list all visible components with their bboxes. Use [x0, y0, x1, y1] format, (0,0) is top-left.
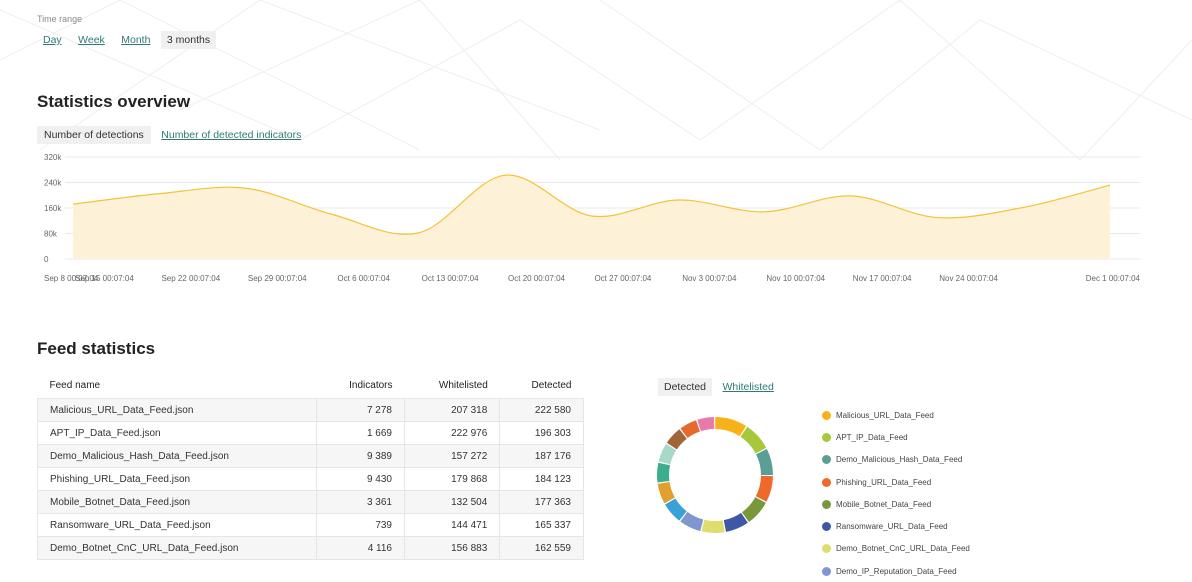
legend-color-dot: [822, 544, 831, 554]
y-tick-label: 160k: [44, 204, 62, 213]
statistics-overview-title: Statistics overview: [37, 92, 191, 111]
legend-color-dot: [822, 566, 831, 576]
x-tick-label: Nov 3 00:07:04: [682, 274, 737, 283]
legend-color-dot: [822, 499, 831, 509]
legend-label: Ransomware_URL_Data_Feed: [836, 522, 948, 532]
time-range-week[interactable]: Week: [72, 31, 111, 49]
x-tick-label: Nov 24 00:07:04: [939, 274, 998, 283]
legend-item[interactable]: Ransomware_URL_Data_Feed: [822, 515, 970, 537]
detected-donut-chart: [657, 417, 773, 533]
table-row[interactable]: Demo_Botnet_CnC_URL_Data_Feed.json 4 116 1…: [37, 536, 584, 560]
legend-label: Mobile_Botnet_Data_Feed: [836, 499, 932, 509]
y-tick-label: 0: [44, 255, 49, 264]
feed-name-cell: Demo_Malicious_Hash_Data_Feed.json: [37, 444, 317, 468]
whitelisted-cell: 157 272: [403, 444, 501, 468]
indicators-cell: 739: [315, 513, 406, 537]
x-tick-label: Oct 20 00:07:04: [508, 274, 565, 283]
x-tick-label: Sep 15 00:07:04: [75, 274, 134, 283]
table-row[interactable]: Ransomware_URL_Data_Feed.json 739 144 471 1…: [37, 513, 584, 537]
feed-name-cell: Mobile_Botnet_Data_Feed.json: [37, 490, 317, 514]
time-range-selector: Day Week Month 3 months: [37, 30, 217, 49]
y-tick-label: 80k: [44, 230, 58, 239]
table-row[interactable]: APT_IP_Data_Feed.json 1 669 222 976 196 303: [37, 421, 584, 445]
whitelisted-cell: 144 471: [403, 513, 501, 537]
table-row[interactable]: Phishing_URL_Data_Feed.json 9 430 179 868 1…: [37, 467, 584, 491]
tab-number-of-detections[interactable]: Number of detections: [37, 126, 151, 144]
whitelisted-cell: 132 504: [403, 490, 501, 514]
donut-legend: Malicious_URL_Data_Feed APT_IP_Data_Feed D…: [822, 404, 970, 582]
donut-tabs: Detected Whitelisted: [658, 377, 780, 396]
legend-color-dot: [822, 455, 831, 465]
table-row[interactable]: Demo_Malicious_Hash_Data_Feed.json 9 389 1…: [37, 444, 584, 468]
whitelisted-cell: 222 976: [403, 421, 501, 445]
legend-item[interactable]: Phishing_URL_Data_Feed: [822, 471, 970, 493]
legend-item[interactable]: APT_IP_Data_Feed: [822, 426, 970, 448]
legend-label: Demo_Botnet_CnC_URL_Data_Feed: [836, 544, 970, 554]
x-tick-label: Oct 6 00:07:04: [337, 274, 390, 283]
legend-label: APT_IP_Data_Feed: [836, 432, 908, 442]
legend-label: Malicious_URL_Data_Feed: [836, 410, 934, 420]
indicators-cell: 3 361: [315, 490, 406, 514]
indicators-cell: 7 278: [315, 398, 406, 422]
tab-whitelisted[interactable]: Whitelisted: [716, 378, 779, 396]
detected-cell: 177 363: [499, 490, 584, 514]
legend-item[interactable]: Demo_IP_Reputation_Data_Feed: [822, 560, 970, 582]
feed-name-cell: Malicious_URL_Data_Feed.json: [37, 398, 317, 422]
x-tick-label: Oct 27 00:07:04: [594, 274, 651, 283]
table-row[interactable]: Mobile_Botnet_Data_Feed.json 3 361 132 504…: [37, 490, 584, 514]
time-range-3-months[interactable]: 3 months: [160, 31, 217, 49]
x-tick-label: Dec 1 00:07:04: [1086, 274, 1141, 283]
detected-cell: 196 303: [499, 421, 584, 445]
col-feed-name[interactable]: Feed name: [38, 372, 317, 399]
detected-cell: 187 176: [499, 444, 584, 468]
x-tick-label: Nov 17 00:07:04: [853, 274, 912, 283]
time-range-month[interactable]: Month: [115, 31, 156, 49]
legend-item[interactable]: Mobile_Botnet_Data_Feed: [822, 493, 970, 515]
legend-item[interactable]: Malicious_URL_Data_Feed: [822, 404, 970, 426]
detected-cell: 222 580: [499, 398, 584, 422]
col-indicators[interactable]: Indicators: [316, 372, 404, 399]
feed-name-cell: Phishing_URL_Data_Feed.json: [37, 467, 317, 491]
legend-item[interactable]: Demo_Botnet_CnC_URL_Data_Feed: [822, 538, 970, 560]
whitelisted-cell: 156 883: [403, 536, 501, 560]
table-row[interactable]: Malicious_URL_Data_Feed.json 7 278 207 318…: [37, 398, 584, 422]
legend-item[interactable]: Demo_Malicious_Hash_Data_Feed: [822, 449, 970, 471]
indicators-cell: 4 116: [315, 536, 406, 560]
x-tick-label: Nov 10 00:07:04: [766, 274, 825, 283]
legend-label: Demo_IP_Reputation_Data_Feed: [836, 566, 957, 576]
legend-color-dot: [822, 477, 831, 487]
feed-statistics-title: Feed statistics: [37, 339, 156, 358]
feed-name-cell: Ransomware_URL_Data_Feed.json: [37, 513, 317, 537]
legend-color-dot: [822, 432, 831, 442]
y-tick-label: 320k: [44, 153, 62, 162]
time-range-day[interactable]: Day: [37, 31, 68, 49]
legend-label: Phishing_URL_Data_Feed: [836, 477, 932, 487]
detected-cell: 165 337: [499, 513, 584, 537]
legend-color-dot: [822, 522, 831, 532]
col-detected[interactable]: Detected: [500, 372, 584, 399]
whitelisted-cell: 207 318: [403, 398, 501, 422]
x-tick-label: Oct 13 00:07:04: [422, 274, 479, 283]
x-tick-label: Sep 22 00:07:04: [161, 274, 220, 283]
legend-label: Demo_Malicious_Hash_Data_Feed: [836, 455, 963, 465]
detected-cell: 184 123: [499, 467, 584, 491]
feed-name-cell: Demo_Botnet_CnC_URL_Data_Feed.json: [37, 536, 317, 560]
indicators-cell: 9 430: [315, 467, 406, 491]
feed-table-header: Feed name Indicators Whitelisted Detecte…: [38, 372, 584, 399]
time-range-label: Time range: [37, 14, 83, 24]
feed-table: Feed name Indicators Whitelisted Detecte…: [37, 372, 584, 560]
col-whitelisted[interactable]: Whitelisted: [405, 372, 500, 399]
overview-tabs: Number of detections Number of detected …: [37, 125, 307, 144]
detections-chart: 080k160k240k320kSep 8 00:07:04Sep 15 00:…: [44, 153, 1141, 283]
indicators-cell: 9 389: [315, 444, 406, 468]
x-tick-label: Sep 29 00:07:04: [248, 274, 307, 283]
y-tick-label: 240k: [44, 179, 62, 188]
indicators-cell: 1 669: [315, 421, 406, 445]
tab-number-of-detected-indicators[interactable]: Number of detected indicators: [155, 126, 307, 144]
whitelisted-cell: 179 868: [403, 467, 501, 491]
detected-cell: 162 559: [499, 536, 584, 560]
feed-name-cell: APT_IP_Data_Feed.json: [37, 421, 317, 445]
legend-color-dot: [822, 410, 831, 420]
tab-detected[interactable]: Detected: [658, 378, 713, 396]
